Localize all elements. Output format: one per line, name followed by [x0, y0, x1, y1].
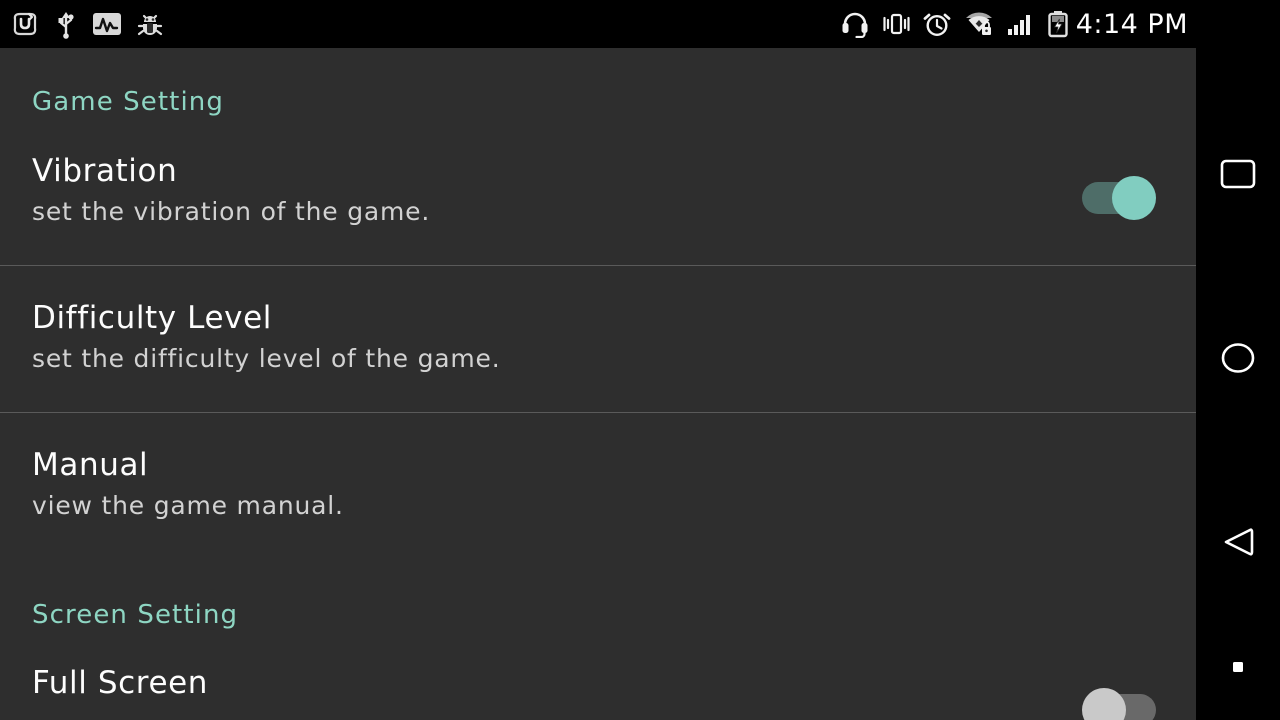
menu-dot-button[interactable] — [1196, 650, 1280, 686]
pref-title-manual: Manual — [32, 447, 149, 483]
pref-title-difficulty-level: Difficulty Level — [32, 300, 273, 336]
pref-row-difficulty-level[interactable]: Difficulty Level set the difficulty leve… — [0, 301, 1196, 373]
recents-button[interactable] — [1196, 148, 1280, 204]
full-screen-toggle-switch[interactable] — [1082, 688, 1156, 720]
section-header-screen-setting: Screen Setting — [32, 600, 239, 630]
alarm-icon — [922, 10, 952, 38]
vibration-toggle-switch[interactable] — [1082, 176, 1156, 220]
small-square-icon — [1231, 659, 1245, 678]
status-bar-left-icons — [10, 9, 164, 39]
status-bar: 4:14 PM — [0, 0, 1196, 48]
pref-subtitle-vibration: set the vibration of the game. — [32, 196, 431, 226]
wifi-lock-icon — [963, 10, 995, 38]
status-bar-clock: 4:14 PM — [1075, 8, 1188, 40]
back-button[interactable] — [1196, 516, 1280, 572]
activity-graph-icon — [92, 11, 122, 37]
pref-title-full-screen: Full Screen — [32, 665, 209, 701]
section-header-game-setting: Game Setting — [32, 87, 224, 117]
toggle-thumb — [1082, 688, 1126, 720]
pref-row-manual[interactable]: Manual view the game manual. — [0, 448, 1196, 520]
status-bar-right-icons — [840, 9, 1073, 39]
list-divider — [0, 265, 1196, 266]
pref-subtitle-manual: view the game manual. — [32, 490, 344, 520]
vibrate-icon — [881, 10, 911, 38]
toggle-thumb — [1112, 176, 1156, 220]
circle-outline-icon — [1220, 342, 1256, 378]
settings-list: Game Setting Vibration set the vibration… — [0, 48, 1196, 720]
list-divider — [0, 412, 1196, 413]
navigation-bar — [1196, 0, 1280, 720]
square-outline-icon — [1220, 159, 1256, 193]
triangle-left-icon — [1220, 525, 1256, 563]
usb-tethering-rotate-icon — [10, 9, 40, 39]
pref-subtitle-difficulty-level: set the difficulty level of the game. — [32, 343, 501, 373]
pref-row-full-screen[interactable]: Full Screen — [0, 665, 1196, 720]
home-button[interactable] — [1196, 332, 1280, 388]
battery-charging-icon — [1047, 9, 1069, 39]
pref-title-vibration: Vibration — [32, 153, 178, 189]
signal-bars-icon — [1006, 10, 1036, 38]
headset-icon — [840, 10, 870, 38]
android-settings-screen: 4:14 PM Game Setting Vibration set the v… — [0, 0, 1280, 720]
pref-row-vibration[interactable]: Vibration set the vibration of the game. — [0, 154, 1196, 226]
android-debug-bug-icon — [136, 10, 164, 38]
usb-icon — [54, 9, 78, 39]
